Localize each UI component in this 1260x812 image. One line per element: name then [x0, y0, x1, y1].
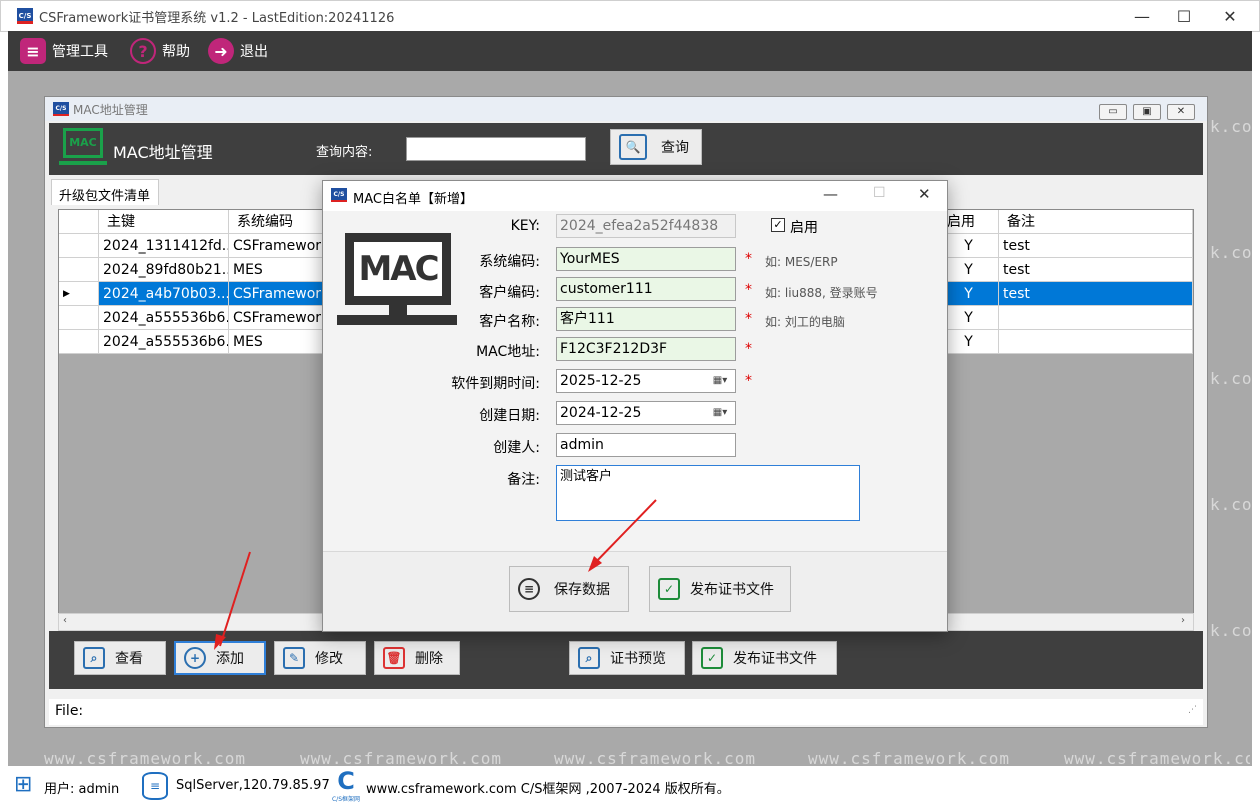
- annotation-arrow: [219, 551, 251, 647]
- annotation-arrow: [591, 499, 657, 567]
- csframework-logo-caption: C/S框架网: [331, 796, 361, 803]
- annotation-arrowhead: [214, 634, 226, 650]
- status-bar: ⊞ 用户: admin ≡ SqlServer,120.79.85.97 C C…: [8, 766, 1252, 806]
- status-user: 用户: admin: [44, 782, 120, 797]
- csframework-logo-icon: C: [337, 767, 355, 795]
- windows-logo-icon: ⊞: [14, 772, 33, 797]
- database-icon: ≡: [142, 772, 168, 800]
- annotation-arrows: [214, 499, 657, 650]
- status-site: www.csframework.com C/S框架网 ,2007-2024 版权…: [366, 782, 730, 797]
- status-db: SqlServer,120.79.85.97: [176, 778, 330, 793]
